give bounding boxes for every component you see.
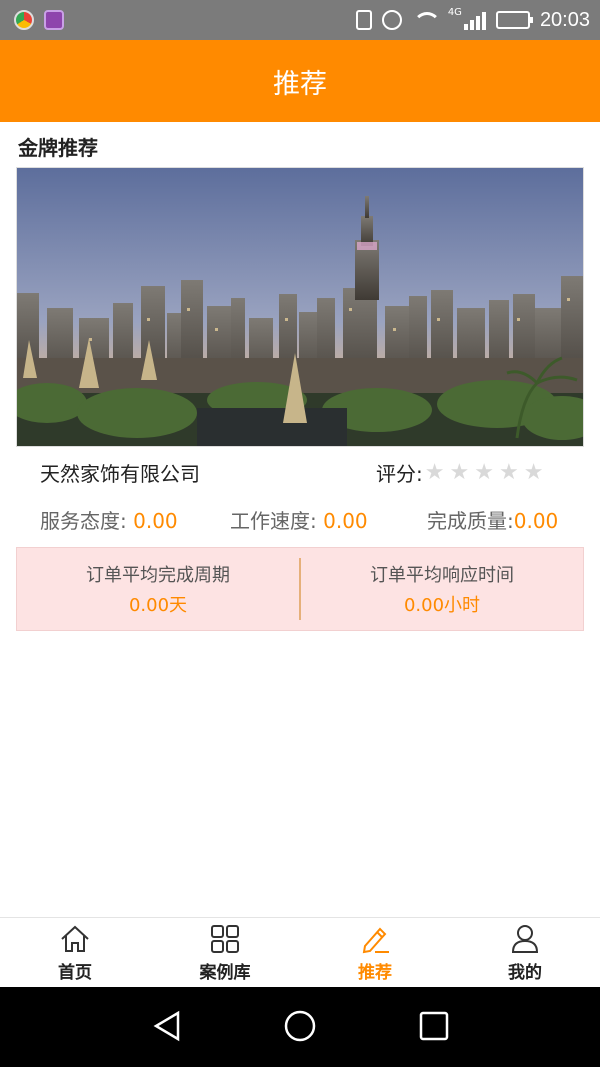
rating: 评分: ★ ★ ★ ★ ★ (376, 458, 543, 487)
home-icon (59, 924, 91, 954)
battery-icon (495, 11, 533, 29)
gallery-app-icon (44, 10, 64, 30)
stat-value: 0.00天 (128, 595, 188, 616)
clock: 20:03 (539, 8, 590, 31)
rating-label: 评分: (376, 462, 423, 486)
tab-cases[interactable]: 案例库 (150, 918, 300, 987)
tab-label: 首页 (58, 963, 92, 983)
stat-value: 0.00小时 (403, 595, 481, 616)
metric-value: 0.00 (323, 509, 368, 533)
metrics-row: 服务态度: 0.00 工作速度: 0.00 完成质量:0.00 (0, 505, 600, 533)
star-icon: ★ (449, 459, 470, 485)
metric-label: 完成质量: (427, 509, 514, 533)
tab-label: 推荐 (358, 963, 392, 983)
status-bar: 4G 20:03 (0, 0, 600, 40)
stat-response-time: 订单平均响应时间 0.00小时 (301, 561, 583, 617)
vibrate-icon (355, 10, 372, 30)
metric-label: 工作速度: (230, 509, 317, 533)
stat-label: 订单平均完成周期 (86, 565, 230, 586)
signal-icon (463, 10, 486, 30)
company-cover-image[interactable] (16, 167, 584, 447)
star-icon: ★ (523, 459, 544, 485)
recents-square-icon[interactable] (417, 1009, 451, 1047)
grid-icon (209, 924, 241, 954)
metric-quality: 完成质量:0.00 (427, 505, 558, 534)
app-icon (14, 10, 34, 30)
company-name[interactable]: 天然家饰有限公司 (40, 458, 200, 487)
tab-home[interactable]: 首页 (0, 918, 150, 987)
app-header: 推荐 (0, 40, 600, 122)
back-icon[interactable] (150, 1009, 184, 1047)
wifi-icon (412, 10, 438, 30)
order-stats-panel: 订单平均完成周期 0.00天 订单平均响应时间 0.00小时 (16, 547, 584, 631)
star-icon: ★ (474, 459, 494, 485)
city-skyline-illustration (17, 168, 583, 446)
page-title: 推荐 (273, 68, 327, 100)
bottom-tab-bar: 首页 案例库 推荐 我的 (0, 917, 600, 987)
star-icon: ★ (498, 459, 519, 485)
metric-value: 0.00 (133, 509, 178, 533)
rating-stars: ★ ★ ★ ★ ★ (425, 460, 544, 486)
star-icon: ★ (424, 459, 445, 485)
section-title: 金牌推荐 (18, 136, 98, 160)
metric-label: 服务态度: (40, 509, 127, 533)
metric-speed: 工作速度: 0.00 (230, 505, 368, 534)
tab-mine[interactable]: 我的 (450, 918, 600, 987)
stat-completion-cycle: 订单平均完成周期 0.00天 (17, 561, 299, 617)
alarm-icon (381, 10, 402, 30)
pencil-icon (359, 924, 391, 954)
tab-label: 我的 (508, 963, 542, 983)
metric-value: 0.00 (513, 509, 559, 533)
tab-label: 案例库 (199, 963, 251, 983)
metric-service: 服务态度: 0.00 (40, 505, 178, 534)
stat-label: 订单平均响应时间 (370, 565, 514, 586)
user-icon (509, 924, 541, 954)
tab-recommend[interactable]: 推荐 (300, 918, 450, 987)
network-type: 4G (447, 6, 462, 18)
system-navigation-bar (0, 987, 600, 1067)
home-circle-icon[interactable] (283, 1009, 317, 1047)
